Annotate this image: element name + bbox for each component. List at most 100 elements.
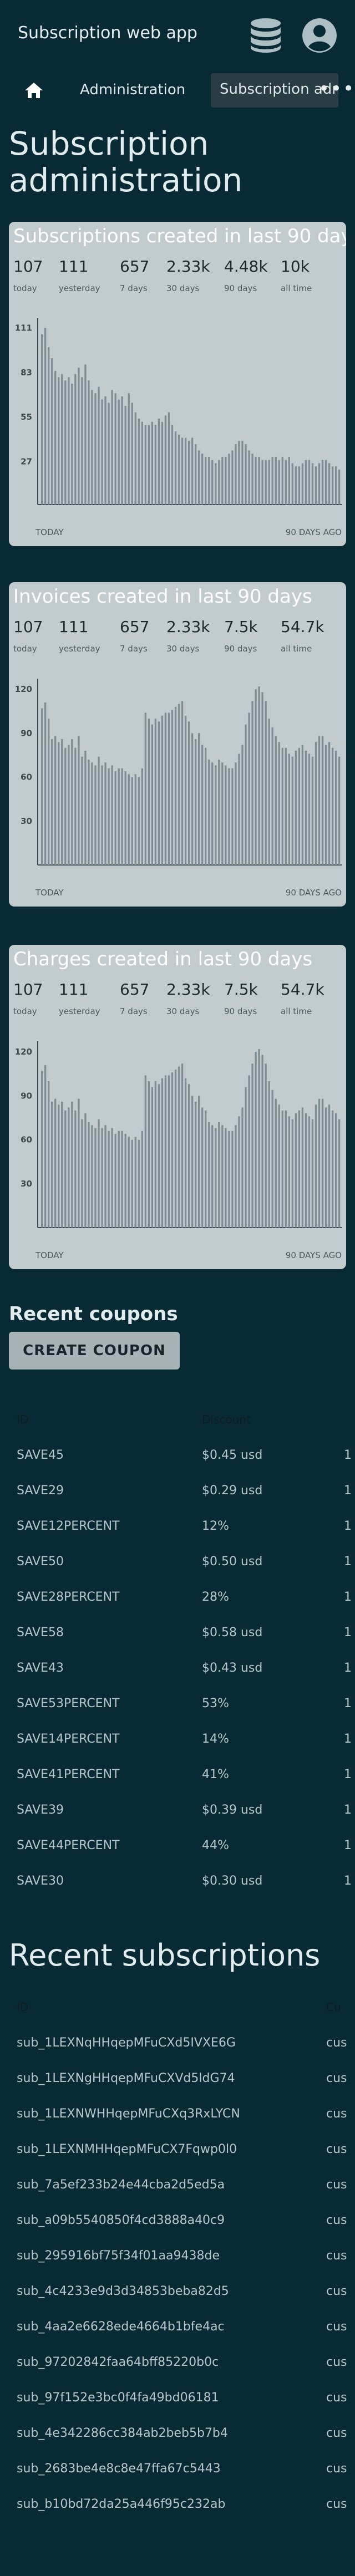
bar[interactable] — [118, 1131, 120, 1228]
bar[interactable] — [241, 745, 244, 865]
col-id-header[interactable]: ID — [17, 2000, 28, 2014]
bar[interactable] — [208, 456, 210, 505]
bar[interactable] — [144, 712, 146, 865]
bar[interactable] — [164, 712, 167, 865]
create-coupon-button[interactable]: CREATE COUPON — [9, 1332, 180, 1370]
bar[interactable] — [181, 701, 184, 865]
subscription-id[interactable]: sub_97202842faa64bff85220b0c — [17, 2355, 219, 2369]
subscription-customer[interactable]: cus — [326, 2142, 347, 2156]
bar[interactable] — [74, 1110, 77, 1228]
bar[interactable] — [218, 1122, 220, 1228]
bar[interactable] — [258, 1048, 260, 1228]
table-row[interactable]: sub_4c4233e9d3d34853beba82d5 cus — [9, 2274, 355, 2310]
bar[interactable] — [128, 393, 130, 505]
bar[interactable] — [154, 719, 157, 865]
bar[interactable] — [164, 1075, 167, 1228]
col-discount-header[interactable]: Discount — [202, 1413, 251, 1426]
bar[interactable] — [278, 742, 280, 865]
bar[interactable] — [251, 701, 253, 865]
bar[interactable] — [328, 742, 331, 865]
bar[interactable] — [168, 412, 170, 505]
table-row[interactable]: SAVE29 $0.29 usd 1 — [9, 1474, 355, 1509]
bar[interactable] — [215, 463, 217, 505]
bar[interactable] — [241, 441, 244, 505]
bar[interactable] — [187, 721, 190, 865]
bar[interactable] — [98, 386, 100, 505]
bar[interactable] — [48, 1081, 50, 1228]
bar[interactable] — [238, 441, 240, 505]
bar[interactable] — [338, 1119, 341, 1228]
bar[interactable] — [134, 1137, 136, 1228]
subscription-id[interactable]: sub_97f152e3bc0f4fa49bd06181 — [17, 2391, 219, 2405]
bar[interactable] — [228, 768, 230, 865]
bar[interactable] — [261, 692, 263, 865]
bar[interactable] — [71, 1101, 73, 1228]
subscription-customer[interactable]: cus — [326, 2071, 347, 2085]
bar[interactable] — [255, 689, 257, 865]
subscription-id[interactable]: sub_4e342286cc384ab2beb5b7b4 — [17, 2426, 228, 2440]
bar[interactable] — [124, 1134, 126, 1228]
bar[interactable] — [321, 460, 324, 505]
bar[interactable] — [318, 1098, 321, 1228]
bar[interactable] — [275, 736, 277, 865]
bar[interactable] — [44, 702, 47, 865]
subscription-customer[interactable]: cus — [326, 2178, 347, 2192]
bar[interactable] — [271, 727, 273, 865]
bar[interactable] — [305, 751, 307, 865]
bar[interactable] — [48, 719, 50, 865]
bar[interactable] — [265, 701, 267, 865]
bar[interactable] — [285, 747, 287, 865]
bar[interactable] — [138, 777, 140, 865]
bar[interactable] — [101, 765, 103, 865]
bar[interactable] — [231, 450, 234, 505]
bar[interactable] — [88, 1122, 90, 1228]
bar[interactable] — [114, 1134, 116, 1228]
bar[interactable] — [41, 1071, 43, 1228]
bar[interactable] — [174, 1069, 177, 1228]
bar[interactable] — [315, 466, 317, 505]
bar[interactable] — [281, 1110, 283, 1228]
bar[interactable] — [138, 1139, 140, 1228]
bar[interactable] — [78, 1098, 80, 1228]
bar[interactable] — [68, 377, 70, 505]
bar[interactable] — [261, 460, 263, 505]
coupon-id[interactable]: SAVE29 — [17, 1484, 64, 1498]
table-row[interactable]: sub_295916bf75f34f01aa9438de cus — [9, 2239, 355, 2274]
bar[interactable] — [195, 1101, 197, 1228]
table-row[interactable]: sub_97f152e3bc0f4fa49bd06181 cus — [9, 2381, 355, 2416]
bar[interactable] — [315, 1104, 317, 1228]
bar[interactable] — [278, 1104, 280, 1228]
bar[interactable] — [161, 1078, 164, 1228]
bar[interactable] — [285, 1110, 287, 1228]
bar[interactable] — [268, 719, 270, 865]
coupon-id[interactable]: SAVE28PERCENT — [17, 1590, 119, 1604]
coupon-id[interactable]: SAVE14PERCENT — [17, 1732, 119, 1746]
bar[interactable] — [238, 754, 240, 865]
bar[interactable] — [291, 463, 293, 505]
subscription-id[interactable]: sub_2683be4e8c8e47ffa67c5443 — [17, 2462, 221, 2476]
coupon-id[interactable]: SAVE12PERCENT — [17, 1519, 119, 1533]
bar[interactable] — [94, 1128, 97, 1228]
database-icon[interactable] — [250, 18, 282, 53]
bar[interactable] — [338, 469, 341, 505]
bar[interactable] — [201, 1107, 204, 1228]
bar[interactable] — [301, 745, 304, 865]
bar[interactable] — [255, 1052, 257, 1228]
bar[interactable] — [158, 419, 160, 505]
bar[interactable] — [255, 456, 257, 505]
table-row[interactable]: SAVE41PERCENT 41% 1 — [9, 1758, 355, 1793]
bar[interactable] — [184, 715, 187, 865]
bar[interactable] — [245, 1087, 247, 1228]
bar[interactable] — [225, 1128, 227, 1228]
table-row[interactable]: sub_1LEXNMHHqepMFuCX7Fqwp0l0 cus — [9, 2132, 355, 2168]
bar[interactable] — [328, 1104, 331, 1228]
bar[interactable] — [71, 739, 73, 865]
bar[interactable] — [171, 1072, 174, 1228]
bar[interactable] — [144, 425, 146, 505]
app-title[interactable]: Subscription web app — [18, 23, 197, 43]
bar[interactable] — [54, 736, 57, 865]
bar[interactable] — [114, 393, 116, 505]
subscription-customer[interactable]: cus — [326, 2107, 347, 2121]
bar[interactable] — [118, 768, 120, 865]
bar[interactable] — [334, 466, 337, 505]
